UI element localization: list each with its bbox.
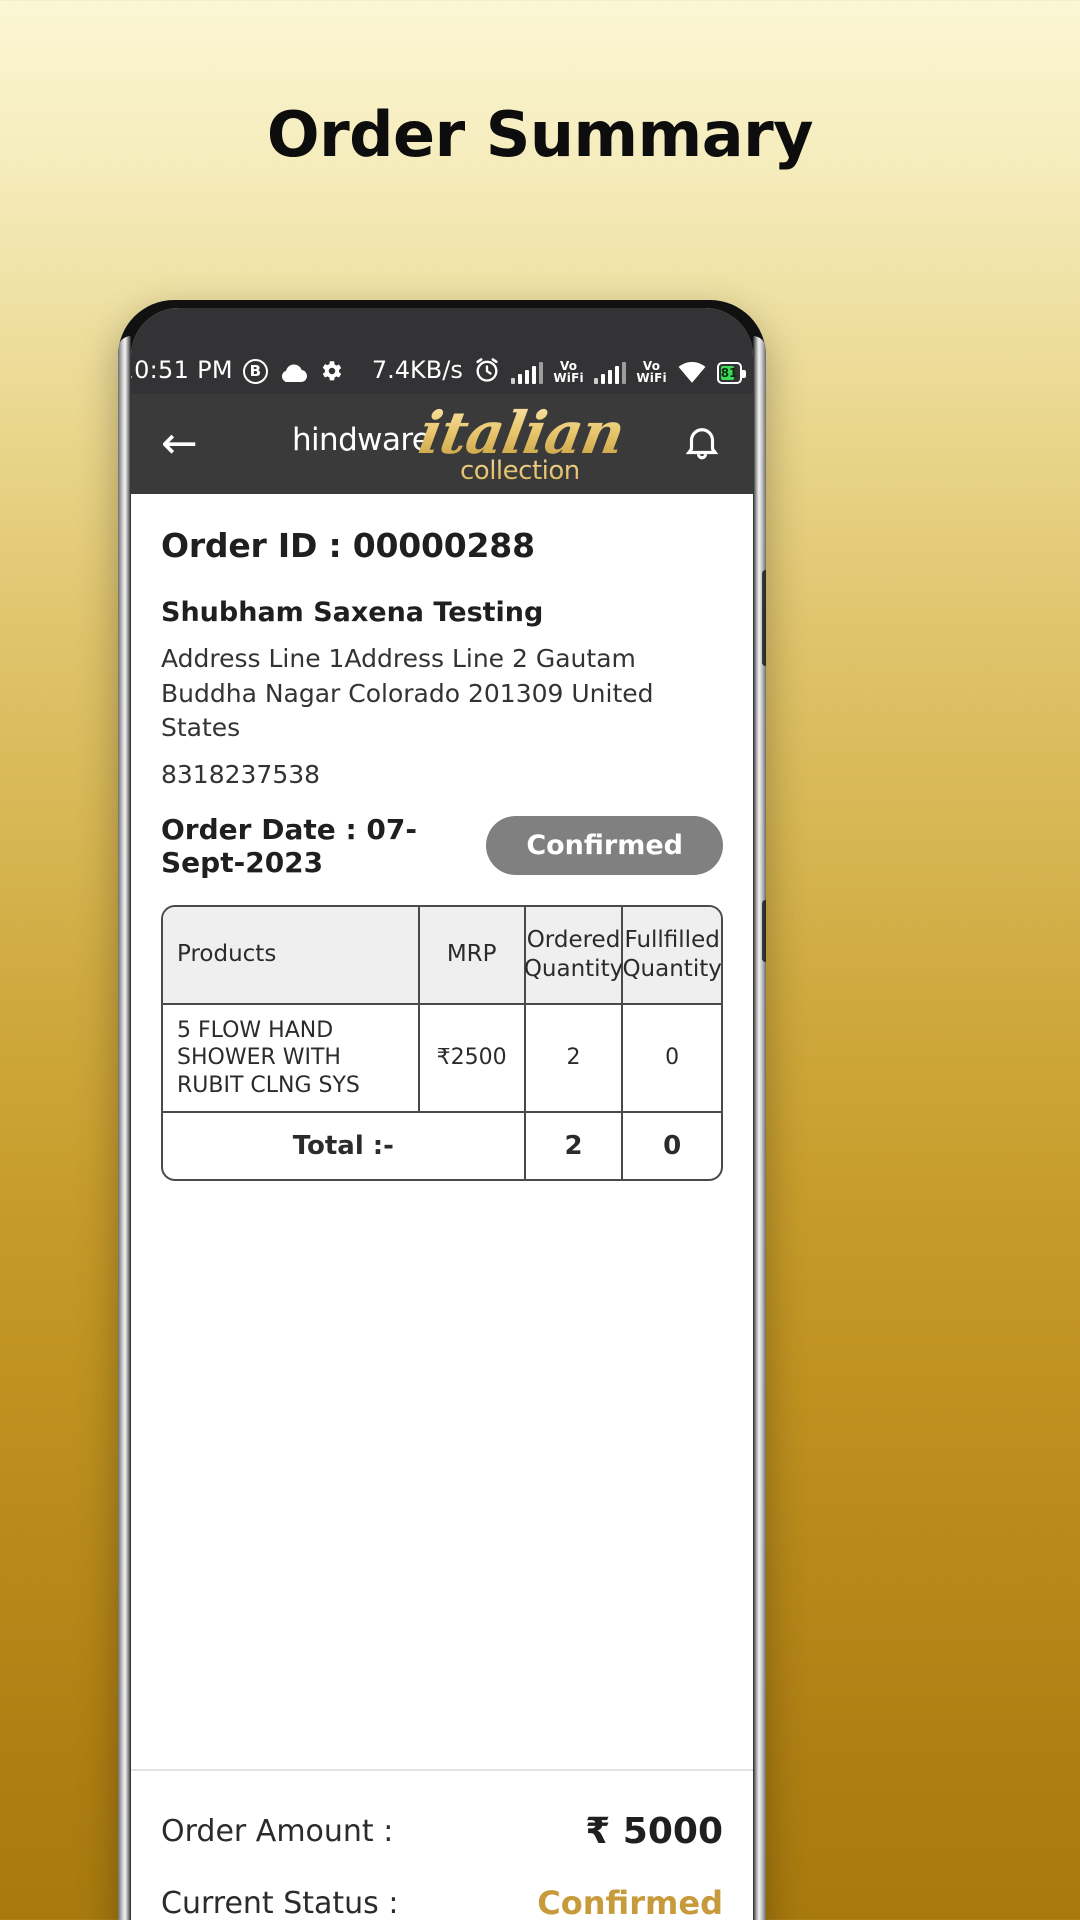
vowifi-icon: Vo WiFi bbox=[553, 359, 584, 385]
products-table: Products MRP Ordered Quantity Fullfilled… bbox=[161, 904, 723, 1181]
order-amount-row: Order Amount : ₹ 5000 bbox=[161, 1797, 723, 1870]
cell-ordered-quantity: 2 bbox=[526, 1004, 624, 1111]
order-footer: Order Amount : ₹ 5000 Current Status : C… bbox=[131, 1769, 753, 1920]
wifi-icon bbox=[677, 362, 707, 384]
app-bar: ← hindware italian collection bbox=[131, 394, 753, 494]
alarm-icon bbox=[473, 356, 501, 384]
brand-logo: hindware italian collection bbox=[131, 394, 753, 494]
back-arrow-icon[interactable]: ← bbox=[161, 422, 221, 466]
bell-icon[interactable] bbox=[681, 421, 723, 467]
status-badge[interactable]: Confirmed bbox=[486, 816, 723, 875]
volume-button[interactable] bbox=[762, 570, 766, 666]
current-status-row: Current Status : Confirmed bbox=[161, 1870, 723, 1920]
column-header-products: Products bbox=[163, 906, 420, 1003]
column-header-mrp: MRP bbox=[420, 906, 526, 1003]
cell-fulfilled-quantity: 0 bbox=[665, 1045, 680, 1070]
status-time: 10:51 PM bbox=[131, 356, 233, 384]
logo-hindware-text: hindware bbox=[292, 422, 431, 458]
current-status-label: Current Status : bbox=[161, 1885, 399, 1920]
logo-collection-text: collection bbox=[460, 456, 580, 486]
column-header-ordered-quantity: Ordered Quantity bbox=[524, 906, 624, 1003]
gear-icon bbox=[318, 358, 344, 384]
power-button[interactable] bbox=[762, 900, 766, 962]
total-label: Total :- bbox=[163, 1113, 526, 1179]
total-ordered-quantity: 2 bbox=[526, 1113, 624, 1179]
table-row: 5 FLOW HAND SHOWER WITH RUBIT CLNG SYS ₹… bbox=[163, 1002, 721, 1111]
table-total-row: Total :- 2 0 bbox=[163, 1111, 721, 1179]
vowifi-icon-2: Vo WiFi bbox=[636, 359, 667, 385]
status-bar: 10:51 PM B 7.4KB/s Vo WiFi VoWiFi bbox=[131, 308, 753, 394]
order-id: Order ID : 00000288 bbox=[161, 526, 535, 565]
customer-address: Address Line 1Address Line 2 Gautam Budd… bbox=[161, 644, 654, 742]
page-title: Order Summary bbox=[266, 98, 814, 171]
signal-icon bbox=[510, 362, 544, 384]
phone-screen: 10:51 PM B 7.4KB/s Vo WiFi VoWiFi bbox=[131, 308, 753, 1920]
network-speed: 7.4KB/s bbox=[371, 356, 463, 384]
table-header-row: Products MRP Ordered Quantity Fullfilled… bbox=[163, 906, 722, 1003]
phone-mockup: 10:51 PM B 7.4KB/s Vo WiFi VoWiFi bbox=[118, 300, 766, 1920]
phone-left-rail bbox=[118, 336, 131, 1920]
order-summary-content: Order ID : 00000288 Shubham Saxena Testi… bbox=[131, 494, 753, 1769]
current-status-value: Confirmed bbox=[537, 1884, 723, 1920]
order-amount-value: ₹ 5000 bbox=[585, 1811, 723, 1852]
cloud-icon bbox=[278, 362, 308, 384]
charging-icon bbox=[752, 362, 754, 384]
order-date: Order Date : 07-Sept-2023 bbox=[161, 812, 417, 879]
order-date-row: Order Date : 07-Sept-2023 Confirmed bbox=[161, 813, 723, 879]
column-header-fulfilled-quantity: Fullfilled Quantity bbox=[622, 926, 722, 982]
cell-mrp: ₹2500 bbox=[420, 1004, 526, 1111]
signal-icon-2 bbox=[593, 362, 627, 384]
circle-b-icon: B bbox=[242, 359, 268, 384]
customer-name: Shubham Saxena Testing bbox=[161, 597, 544, 628]
logo-italian-text: italian bbox=[414, 399, 630, 467]
total-fulfilled-quantity: 0 bbox=[663, 1130, 682, 1161]
battery-icon: 81 bbox=[716, 362, 746, 384]
customer-phone: 8318237538 bbox=[161, 759, 321, 789]
order-amount-label: Order Amount : bbox=[161, 1814, 394, 1849]
cell-product-name: 5 FLOW HAND SHOWER WITH RUBIT CLNG SYS bbox=[163, 1004, 420, 1111]
